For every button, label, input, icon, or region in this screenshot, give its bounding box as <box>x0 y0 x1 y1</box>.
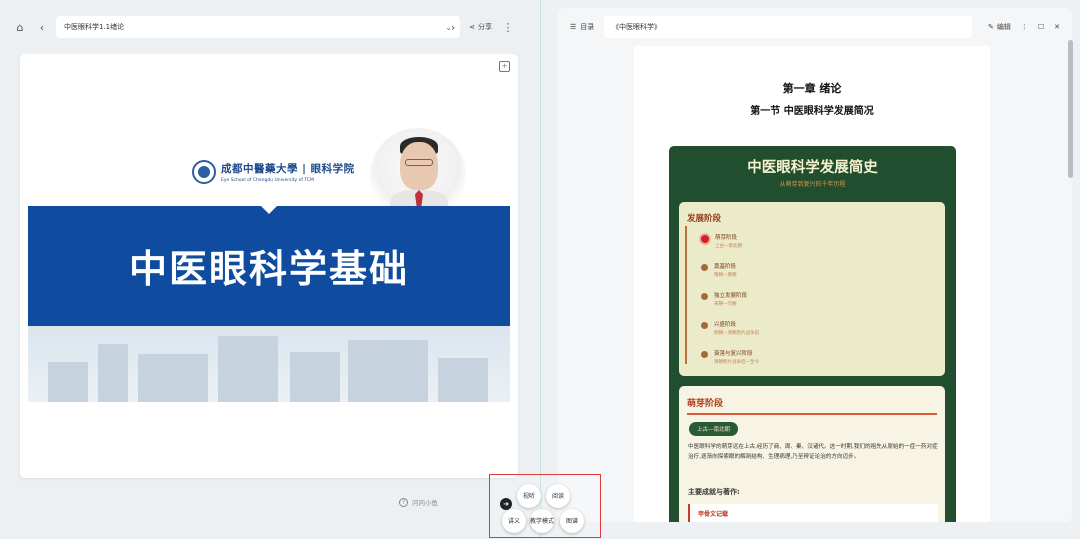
toc-label: 目录 <box>580 23 595 31</box>
history-card: 中医眼科学发展简史 从萌芽到复兴的千年历程 发展阶段 萌芽阶段 上古—南北朝 奠… <box>669 146 956 522</box>
stage-dot-icon <box>701 264 708 271</box>
university-logo: 成都中醫藥大學 | 眼科学院 Eye School of Chengdu Uni… <box>192 160 355 184</box>
slide-title: 中医眼科学基础 <box>128 247 409 291</box>
stage-period: 宋朝—元朝 <box>714 302 737 307</box>
close-icon[interactable]: ✕ <box>1054 23 1060 31</box>
stage-item[interactable]: 兴盛阶段 明朝—清朝鸦片战争前 <box>701 320 759 336</box>
stage-period: 上古—南北朝 <box>715 244 742 249</box>
stage-item[interactable]: 萌芽阶段 上古—南北朝 <box>701 233 742 249</box>
more-icon[interactable]: ⋮ <box>498 17 518 37</box>
stages-panel: 发展阶段 萌芽阶段 上古—南北朝 奠基阶段 隋朝—唐朝 独立发展阶段 宋朝—元朝… <box>679 202 945 376</box>
university-seal-icon <box>192 160 216 184</box>
toc-button[interactable]: ☰ 目录 <box>570 16 594 38</box>
stages-heading: 发展阶段 <box>687 214 722 224</box>
stage-item[interactable]: 奠基阶段 隋朝—唐朝 <box>701 262 737 278</box>
mode-button-atlas[interactable]: 图谱 <box>560 509 584 533</box>
building-skyline-image <box>28 326 510 402</box>
maximize-icon[interactable]: ☐ <box>1038 23 1044 31</box>
document-page: 第一章 绪论 第一节 中医眼科学发展简况 中医眼科学发展简史 从萌芽到复兴的千年… <box>634 46 990 522</box>
more-icon[interactable]: ⋮ <box>1021 23 1028 31</box>
section-title: 第一节 中医眼科学发展简况 <box>750 106 874 117</box>
stage-dot-icon <box>701 351 708 358</box>
stage-dot-icon <box>701 293 708 300</box>
mode-selector-panel: ➜ 视听 阅读 讲义 教学模式 图谱 <box>489 474 601 538</box>
stage-item[interactable]: 衰落与复兴阶段 清朝鸦片战争后—至今 <box>701 349 759 365</box>
stage-detail-text: 中医眼科学的萌芽远在上古,经历了商、周、秦、汉诸代。这一时期,我们的祖先从原始的… <box>688 444 938 460</box>
right-toolbar: ☰ 目录 《中医眼科学》 ✎ 编辑 ⋮ ☐ ✕ <box>558 16 1072 38</box>
timeline-line <box>685 226 687 364</box>
mode-button-av[interactable]: 视听 <box>517 484 541 508</box>
stage-name: 衰落与复兴阶段 <box>714 351 753 357</box>
ask-bar: ? 问问小鱼 <box>20 494 518 514</box>
stage-item[interactable]: 独立发展阶段 宋朝—元朝 <box>701 291 747 307</box>
forward-icon[interactable]: › <box>443 17 463 37</box>
right-tools: ✎ 编辑 ⋮ ☐ ✕ <box>988 16 1060 38</box>
fullscreen-icon[interactable]: + <box>499 61 510 72</box>
ask-placeholder: 问问小鱼 <box>412 499 438 507</box>
slide: 成都中醫藥大學 | 眼科学院 Eye School of Chengdu Uni… <box>28 128 510 402</box>
achievement-item: 甲骨文记载 <box>688 504 938 522</box>
left-toolbar: ⌂ ‹ 中医眼科学1.1绪论 ⌄ › ⋖ 分享 ⋮ <box>10 16 522 38</box>
right-pane: ☰ 目录 《中医眼科学》 ✎ 编辑 ⋮ ☐ ✕ 第一章 绪论 第一节 中医眼科学… <box>558 8 1072 522</box>
book-title: 《中医眼科学》 <box>612 23 661 31</box>
university-name-cn: 成都中醫藥大學 | 眼科学院 <box>221 163 355 175</box>
document-scrollbar[interactable] <box>1068 40 1073 178</box>
home-icon[interactable]: ⌂ <box>10 17 30 37</box>
share-button[interactable]: ⋖ 分享 <box>469 22 492 32</box>
chapter-title: 第一章 绪论 <box>782 82 842 95</box>
stage-name: 兴盛阶段 <box>714 322 737 328</box>
send-arrow-icon[interactable]: ➜ <box>500 498 512 510</box>
edit-label: 编辑 <box>996 23 1011 31</box>
share-icon: ⋖ <box>469 23 475 31</box>
stage-period: 清朝鸦片战争后—至今 <box>714 360 759 365</box>
ask-input[interactable]: ? 问问小鱼 <box>399 497 438 507</box>
detail-divider <box>687 413 937 415</box>
mode-button-handout[interactable]: 讲义 <box>502 509 526 533</box>
question-icon: ? <box>399 497 408 507</box>
mode-button-teaching[interactable]: 教学模式 <box>530 509 554 533</box>
achievements-heading: 主要成就与著作: <box>688 488 740 496</box>
document-selector-label: 中医眼科学1.1绪论 <box>64 23 125 31</box>
left-pane: ⌂ ‹ 中医眼科学1.1绪论 ⌄ › ⋖ 分享 ⋮ + 成都中醫藥大學 | 眼科… <box>0 0 528 539</box>
document-selector[interactable]: 中医眼科学1.1绪论 ⌄ <box>56 16 460 38</box>
stage-period: 明朝—清朝鸦片战争前 <box>714 331 759 336</box>
list-icon: ☰ <box>570 23 577 31</box>
share-label: 分享 <box>478 23 492 31</box>
history-card-title: 中医眼科学发展简史 <box>747 159 878 176</box>
university-name-en: Eye School of Chengdu University of TCM <box>221 178 314 183</box>
stage-dot-icon <box>701 235 709 243</box>
period-badge: 上古—南北朝 <box>689 422 739 436</box>
pencil-icon: ✎ <box>987 23 994 31</box>
book-title-field[interactable]: 《中医眼科学》 <box>604 16 972 38</box>
stage-name: 奠基阶段 <box>714 264 737 270</box>
stage-period: 隋朝—唐朝 <box>714 273 737 278</box>
stage-detail-panel: 萌芽阶段 上古—南北朝 中医眼科学的萌芽远在上古,经历了商、周、秦、汉诸代。这一… <box>679 386 945 522</box>
stage-name: 萌芽阶段 <box>715 235 738 241</box>
history-card-subtitle: 从萌芽到复兴的千年历程 <box>779 181 846 188</box>
stage-detail-heading: 萌芽阶段 <box>687 399 724 409</box>
left-tools: › ⋖ 分享 ⋮ <box>443 16 518 38</box>
stage-name: 独立发展阶段 <box>714 293 748 299</box>
edit-button[interactable]: ✎ 编辑 <box>988 22 1011 32</box>
back-icon[interactable]: ‹ <box>32 17 52 37</box>
slide-viewer: + 成都中醫藥大學 | 眼科学院 Eye School of Chengdu U… <box>20 54 518 478</box>
stage-dot-icon <box>701 322 708 329</box>
mode-button-reading[interactable]: 阅读 <box>546 484 570 508</box>
title-band: 中医眼科学基础 <box>28 205 510 326</box>
pane-divider[interactable] <box>540 0 541 539</box>
